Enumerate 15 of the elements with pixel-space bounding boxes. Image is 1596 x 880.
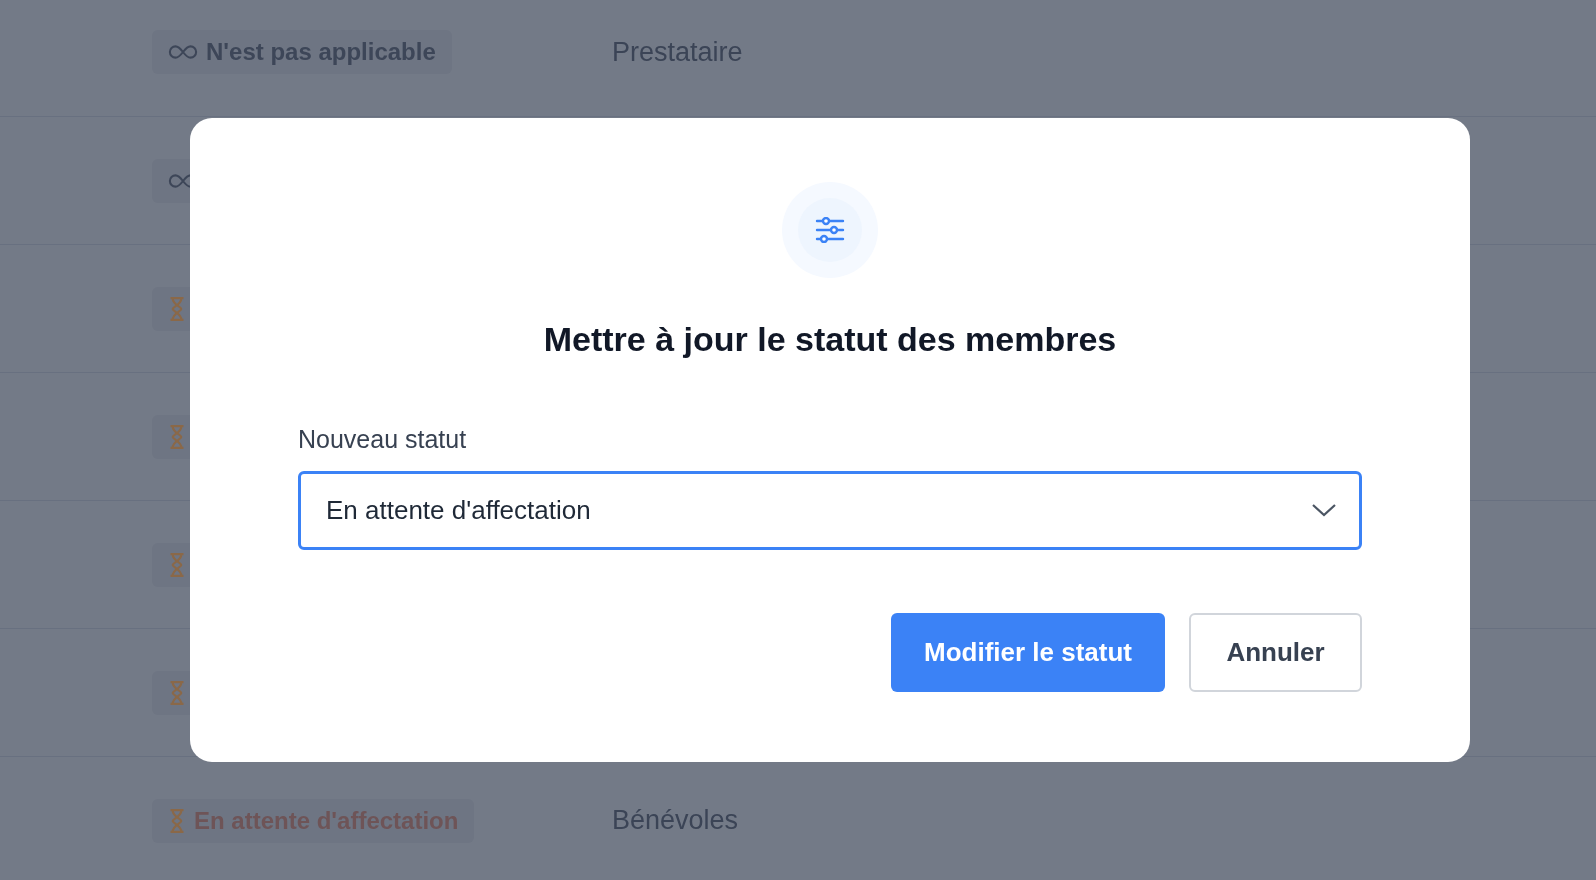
dialog-title: Mettre à jour le statut des membres — [543, 319, 1117, 360]
hourglass-icon — [168, 423, 186, 450]
table-cell-text: Bénévoles — [612, 804, 739, 838]
table-cell-text: Prestataire — [612, 35, 743, 69]
sliders-icon — [815, 217, 845, 243]
hourglass-icon — [168, 551, 186, 578]
hourglass-icon — [168, 679, 186, 706]
status-select[interactable]: En attente d'affectation — [298, 470, 1362, 550]
field-label: Nouveau statut — [298, 424, 467, 455]
hourglass-icon — [168, 807, 186, 834]
cancel-button[interactable]: Annuler — [1189, 612, 1362, 692]
submit-button[interactable]: Modifier le statut — [891, 612, 1165, 692]
hourglass-icon — [168, 295, 186, 322]
chevron-down-icon — [1311, 502, 1337, 518]
infinity-icon — [168, 44, 198, 60]
